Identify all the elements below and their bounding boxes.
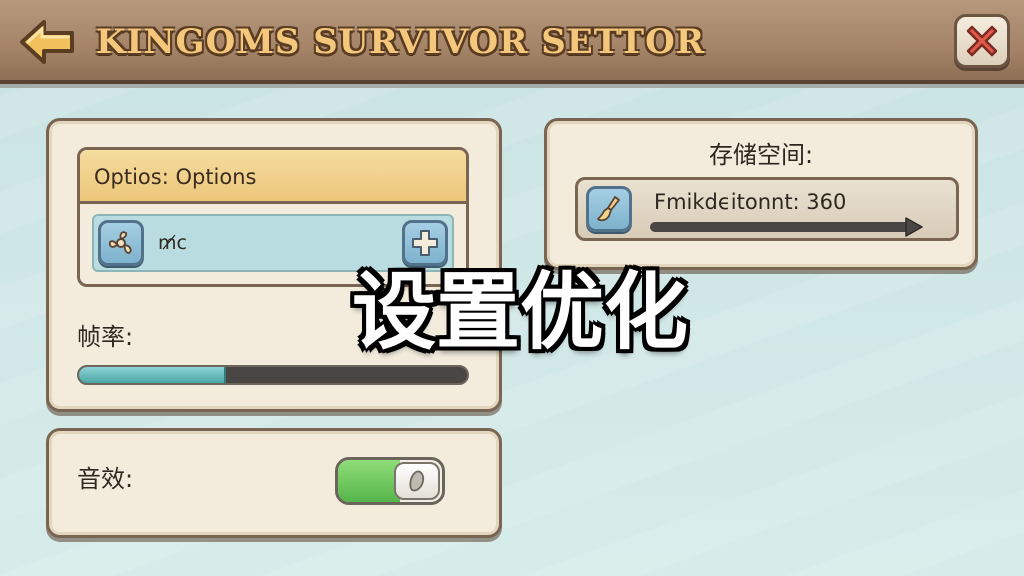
options-row: m̸c bbox=[92, 214, 454, 272]
options-box: Optios: Options m̸c bbox=[77, 147, 469, 287]
close-button[interactable] bbox=[954, 14, 1010, 68]
fan-button[interactable] bbox=[98, 220, 144, 266]
arrow-left-icon bbox=[20, 20, 74, 64]
fps-slider[interactable] bbox=[77, 365, 469, 385]
storage-bar[interactable]: Fmikdϵitonnt: 360 bbox=[575, 177, 959, 241]
header-bar: Kingoms survivor settor bbox=[0, 0, 1024, 84]
fps-label: 帧率: bbox=[77, 323, 134, 351]
knob-grip-icon bbox=[409, 470, 425, 492]
storage-panel: 存储空间: Fmikdϵitonnt: 360 bbox=[544, 118, 978, 270]
broom-icon bbox=[597, 196, 620, 222]
back-button[interactable] bbox=[16, 16, 80, 68]
options-value: m̸c bbox=[158, 232, 187, 254]
fps-slider-fill bbox=[79, 367, 227, 383]
storage-title: 存储空间: bbox=[708, 141, 814, 169]
sound-toggle[interactable] bbox=[335, 457, 445, 505]
page-title: Kingoms survivor settor bbox=[96, 22, 705, 62]
fan-icon bbox=[108, 231, 132, 254]
graphics-settings-panel: Optios: Options m̸c 帧率: bbox=[46, 118, 502, 412]
close-x-icon bbox=[966, 25, 998, 57]
sound-settings-panel: 音效: bbox=[46, 428, 502, 538]
toggle-on-track bbox=[338, 460, 400, 502]
storage-info-text: Fmikdϵitonnt: 360 bbox=[654, 190, 847, 214]
toggle-knob[interactable] bbox=[394, 462, 440, 500]
arrow-right-icon bbox=[905, 217, 923, 237]
plus-icon bbox=[412, 230, 438, 256]
storage-usage-bar bbox=[650, 222, 912, 232]
clean-storage-button[interactable] bbox=[586, 186, 632, 232]
sound-label: 音效: bbox=[77, 465, 134, 493]
add-button[interactable] bbox=[402, 220, 448, 266]
options-header[interactable]: Optios: Options bbox=[80, 150, 466, 204]
